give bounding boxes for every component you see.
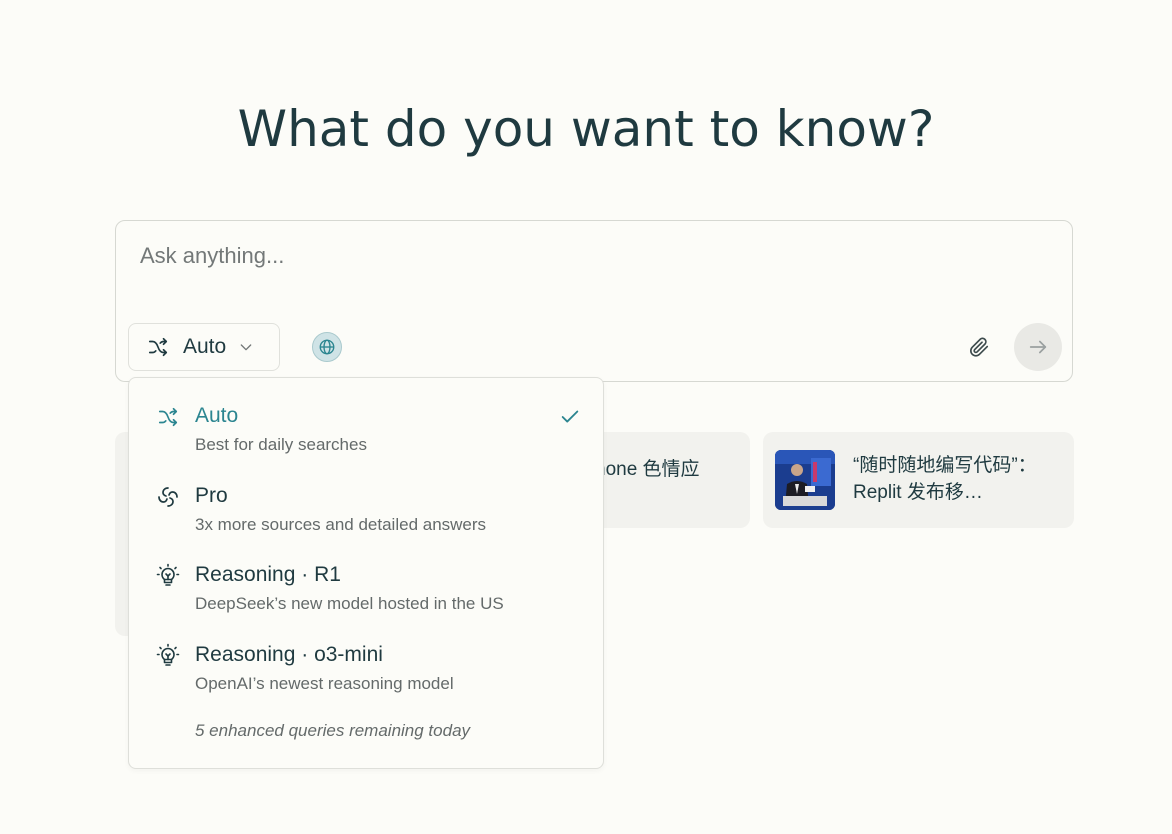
mode-selector-button[interactable]: Auto <box>128 323 280 371</box>
mode-selector-label: Auto <box>183 335 227 358</box>
pro-icon <box>155 484 181 510</box>
paperclip-icon <box>968 336 990 358</box>
mode-option-description: OpenAI’s newest reasoning model <box>195 674 454 693</box>
mode-dropdown-menu: Auto Best for daily searches Pro 3x more… <box>128 377 604 769</box>
mode-option-title: Reasoning · R1 <box>195 563 341 586</box>
remaining-queries-note: 5 enhanced queries remaining today <box>195 721 471 740</box>
mode-option-reasoning-r1[interactable]: Reasoning · R1 DeepSeek’s new model host… <box>129 537 603 613</box>
shuffle-icon <box>147 336 169 358</box>
shuffle-icon <box>155 404 181 430</box>
discover-card-title: hone 色情应 <box>595 459 700 480</box>
lightbulb-icon <box>155 563 181 589</box>
arrow-right-icon <box>1027 336 1049 358</box>
globe-icon <box>318 338 336 356</box>
mode-option-title: Reasoning · o3-mini <box>195 643 383 666</box>
mode-option-title: Pro <box>195 484 228 507</box>
submit-button[interactable] <box>1014 323 1062 371</box>
chevron-down-icon <box>238 339 254 355</box>
discover-card-thumbnail <box>775 450 835 510</box>
mode-option-pro[interactable]: Pro 3x more sources and detailed answers <box>129 458 603 534</box>
search-composer: Auto <box>115 220 1073 382</box>
discover-card-title: “随时随地编写代码”：Replit 发布移… <box>853 455 1037 503</box>
mode-option-description: DeepSeek’s new model hosted in the US <box>195 594 504 613</box>
check-icon <box>559 406 581 428</box>
page-title: What do you want to know? <box>237 100 935 158</box>
mode-option-auto[interactable]: Auto Best for daily searches <box>129 378 603 454</box>
mode-option-title: Auto <box>195 404 239 427</box>
lightbulb-icon <box>155 643 181 669</box>
discover-card[interactable]: “随时随地编写代码”：Replit 发布移… <box>763 432 1074 528</box>
web-search-toggle[interactable] <box>312 332 342 362</box>
mode-option-description: 3x more sources and detailed answers <box>195 515 487 534</box>
mode-option-reasoning-o3-mini[interactable]: Reasoning · o3-mini OpenAI’s newest reas… <box>129 617 603 693</box>
search-input[interactable] <box>140 241 1020 271</box>
attach-button[interactable] <box>964 332 994 362</box>
mode-option-description: Best for daily searches <box>195 435 367 454</box>
